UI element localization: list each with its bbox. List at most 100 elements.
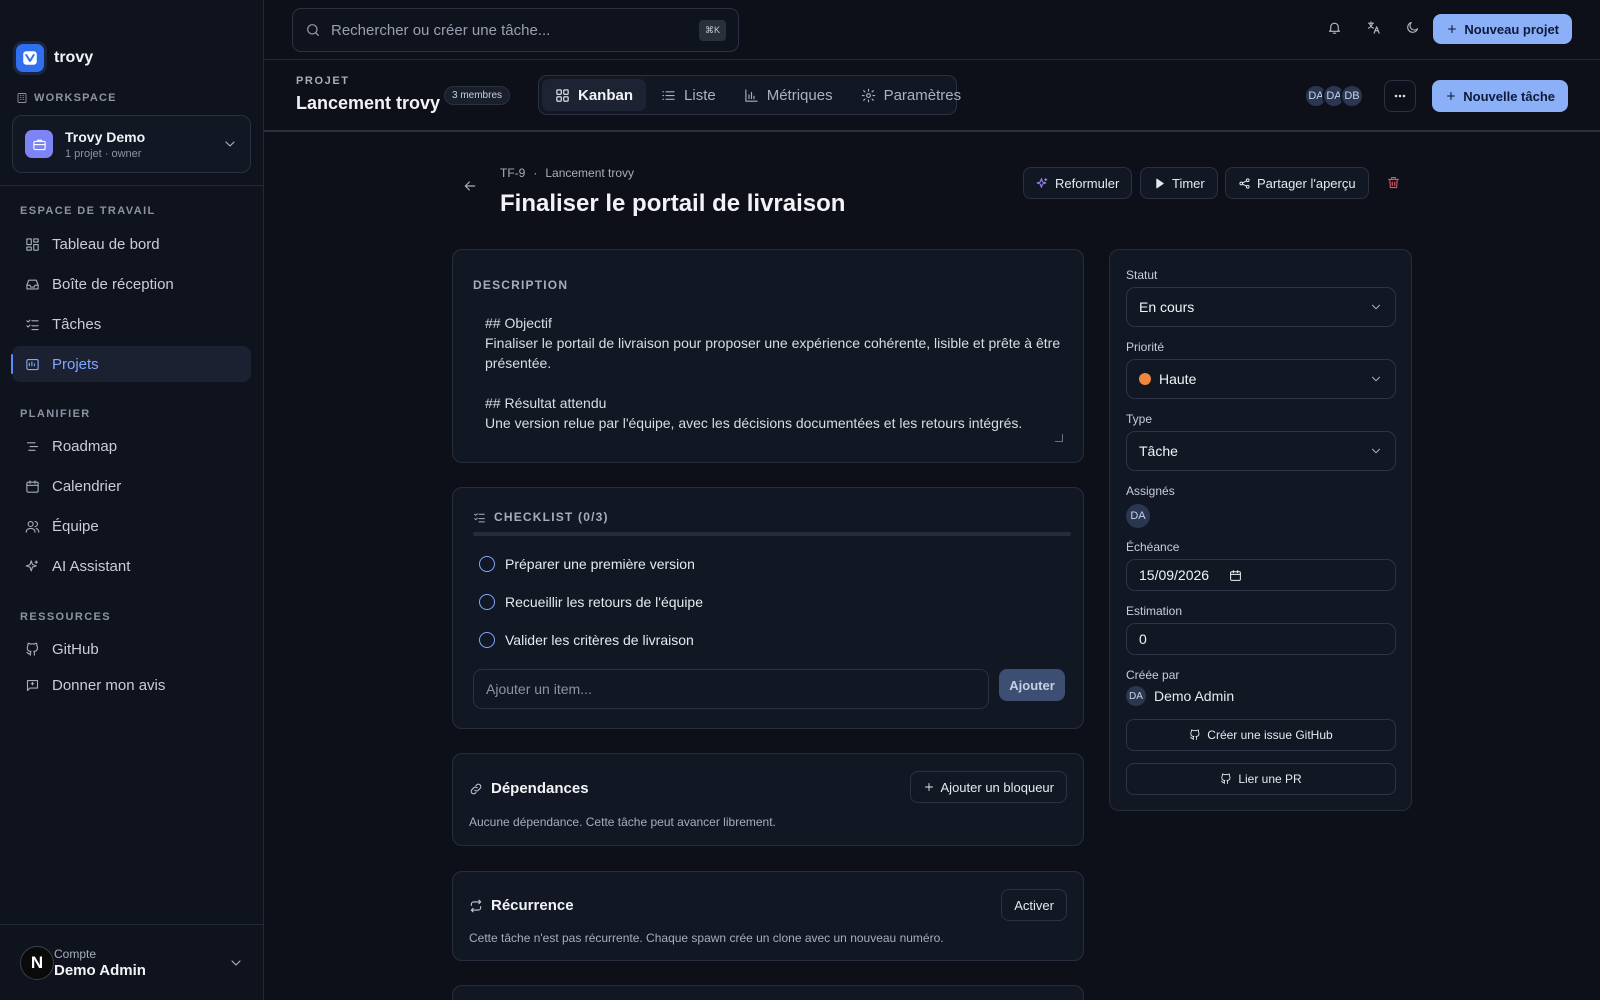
project-title: Lancement trovy (296, 93, 441, 113)
sidebar-item-label: Projets (52, 355, 99, 373)
task-id: TF-9 (500, 166, 526, 180)
tab-metrics[interactable]: Métriques (731, 79, 846, 111)
share-preview-button[interactable]: Partager l'aperçu (1225, 167, 1369, 199)
due-date-input[interactable]: 15/09/2026 (1126, 559, 1396, 591)
tab-kanban[interactable]: Kanban (542, 79, 647, 111)
list-icon (662, 90, 675, 100)
assignee-avatar[interactable]: DA (1126, 504, 1150, 528)
chevron-down-icon (225, 141, 235, 147)
calendar-icon[interactable] (1229, 569, 1242, 582)
description-textarea[interactable]: ## Objectif Finaliser le portail de livr… (485, 313, 1061, 433)
workspace-subtitle: 1 projet · owner (65, 147, 142, 160)
add-blocker-label: Ajouter un bloqueur (940, 779, 1054, 795)
activate-recurrence-button[interactable]: Activer (1001, 889, 1067, 921)
estimate-input[interactable]: 0 (1126, 623, 1396, 655)
status-select[interactable]: En cours (1126, 287, 1396, 327)
new-task-button[interactable]: Nouvelle tâche (1432, 80, 1568, 112)
members-badge[interactable]: 3 membres (444, 86, 511, 105)
project-bar: PROJET Lancement trovy 3 membres Kanban … (264, 60, 1600, 132)
brand-name: trovy (54, 49, 94, 66)
add-blocker-button[interactable]: Ajouter un bloqueur (909, 771, 1067, 803)
sidebar-item-github[interactable]: GitHub (12, 631, 251, 667)
creator-name: Demo Admin (1154, 688, 1235, 704)
sidebar-item-projects[interactable]: Projets (11, 346, 251, 382)
checkbox[interactable] (479, 556, 495, 572)
sidebar-item-dashboard[interactable]: Tableau de bord (12, 226, 251, 262)
tab-label: Kanban (578, 86, 634, 104)
dependencies-card: Dépendances Ajouter un bloqueur Aucune d… (452, 753, 1084, 846)
sidebar-item-ai-assistant[interactable]: AI Assistant (12, 548, 251, 584)
github-icon (1190, 729, 1200, 740)
creator-avatar: DA (1126, 686, 1146, 706)
checkbox[interactable] (479, 632, 495, 648)
account-menu[interactable]: N Compte Demo Admin (0, 924, 264, 1000)
priority-select[interactable]: Haute (1126, 359, 1396, 399)
timer-button[interactable]: Timer (1140, 167, 1218, 199)
add-item-placeholder: Ajouter un item... (486, 681, 592, 697)
estimate-value: 0 (1139, 631, 1147, 647)
tab-list[interactable]: Liste (648, 79, 729, 111)
breadcrumb-project[interactable]: Lancement trovy (545, 166, 634, 180)
sidebar-divider (0, 185, 264, 186)
back-arrow-icon[interactable] (462, 178, 478, 194)
sidebar-item-inbox[interactable]: Boîte de réception (12, 266, 251, 302)
sidebar-item-roadmap[interactable]: Roadmap (12, 428, 251, 464)
moon-icon[interactable] (1405, 20, 1420, 35)
search-icon (307, 24, 319, 36)
brand[interactable]: trovy (16, 44, 93, 72)
member-avatars[interactable]: DA DA DB (1304, 84, 1364, 108)
checklist-item-label: Préparer une première version (505, 556, 695, 572)
workspace-name: Trovy Demo (65, 128, 146, 145)
account-name: Demo Admin (54, 961, 146, 979)
account-label: Compte (54, 946, 97, 961)
priority-value: Haute (1159, 371, 1197, 387)
more-options-button[interactable] (1384, 80, 1416, 112)
status-label: Statut (1126, 268, 1158, 282)
sidebar-item-team[interactable]: Équipe (12, 508, 251, 544)
recurrence-note: Cette tâche n'est pas récurrente. Chaque… (469, 931, 944, 945)
checklist-item[interactable]: Valider les critères de livraison (479, 632, 694, 648)
due-label: Échéance (1126, 540, 1180, 554)
sidebar-item-label: AI Assistant (52, 557, 131, 575)
sidebar-item-feedback[interactable]: Donner mon avis (12, 667, 251, 703)
checklist-item[interactable]: Préparer une première version (479, 556, 695, 572)
sidebar-item-label: Tableau de bord (52, 235, 160, 253)
add-item-button[interactable]: Ajouter (999, 669, 1065, 701)
workspace-label-text: WORKSPACE (34, 92, 117, 104)
estimate-label: Estimation (1126, 604, 1183, 618)
type-label: Type (1126, 412, 1153, 426)
resize-handle[interactable] (1055, 434, 1063, 442)
sidebar-item-label: Roadmap (52, 437, 118, 455)
new-project-label: Nouveau projet (1464, 21, 1559, 37)
building-icon (17, 93, 27, 103)
search-input[interactable]: Rechercher ou créer une tâche... ⌘K (292, 8, 739, 52)
create-github-issue-button[interactable]: Créer une issue GitHub (1126, 719, 1396, 751)
feedback-icon (26, 679, 39, 691)
priority-label: Priorité (1126, 340, 1165, 354)
top-bar: Rechercher ou créer une tâche... ⌘K Nouv… (264, 0, 1600, 60)
translate-icon[interactable] (1366, 20, 1381, 35)
add-item-input[interactable]: Ajouter un item... (473, 669, 989, 709)
bell-icon[interactable] (1327, 20, 1342, 35)
chevron-down-icon (1371, 448, 1381, 454)
type-select[interactable]: Tâche (1126, 431, 1396, 471)
github-icon (1221, 773, 1231, 784)
checklist-item[interactable]: Recueillir les retours de l'équipe (479, 594, 703, 610)
sidebar-item-label: Calendrier (52, 477, 122, 495)
tab-settings[interactable]: Paramètres (848, 79, 975, 111)
link-pr-button[interactable]: Lier une PR (1126, 763, 1396, 795)
sidebar-item-calendar[interactable]: Calendrier (12, 468, 251, 504)
delete-button[interactable] (1386, 175, 1401, 190)
checkbox[interactable] (479, 594, 495, 610)
new-project-button[interactable]: Nouveau projet (1433, 14, 1572, 44)
account-avatar: N (20, 945, 54, 980)
link-icon (470, 783, 482, 794)
briefcase-icon (32, 139, 46, 150)
workspace-switcher[interactable]: Trovy Demo 1 projet · owner (12, 115, 251, 173)
sidebar-item-tasks[interactable]: Tâches (12, 306, 251, 342)
inbox-icon (26, 279, 39, 289)
tab-label: Liste (684, 86, 716, 104)
page-title[interactable]: Finaliser le portail de livraison (500, 190, 845, 218)
plus-icon (1447, 91, 1456, 101)
rephrase-button[interactable]: Reformuler (1023, 167, 1133, 199)
